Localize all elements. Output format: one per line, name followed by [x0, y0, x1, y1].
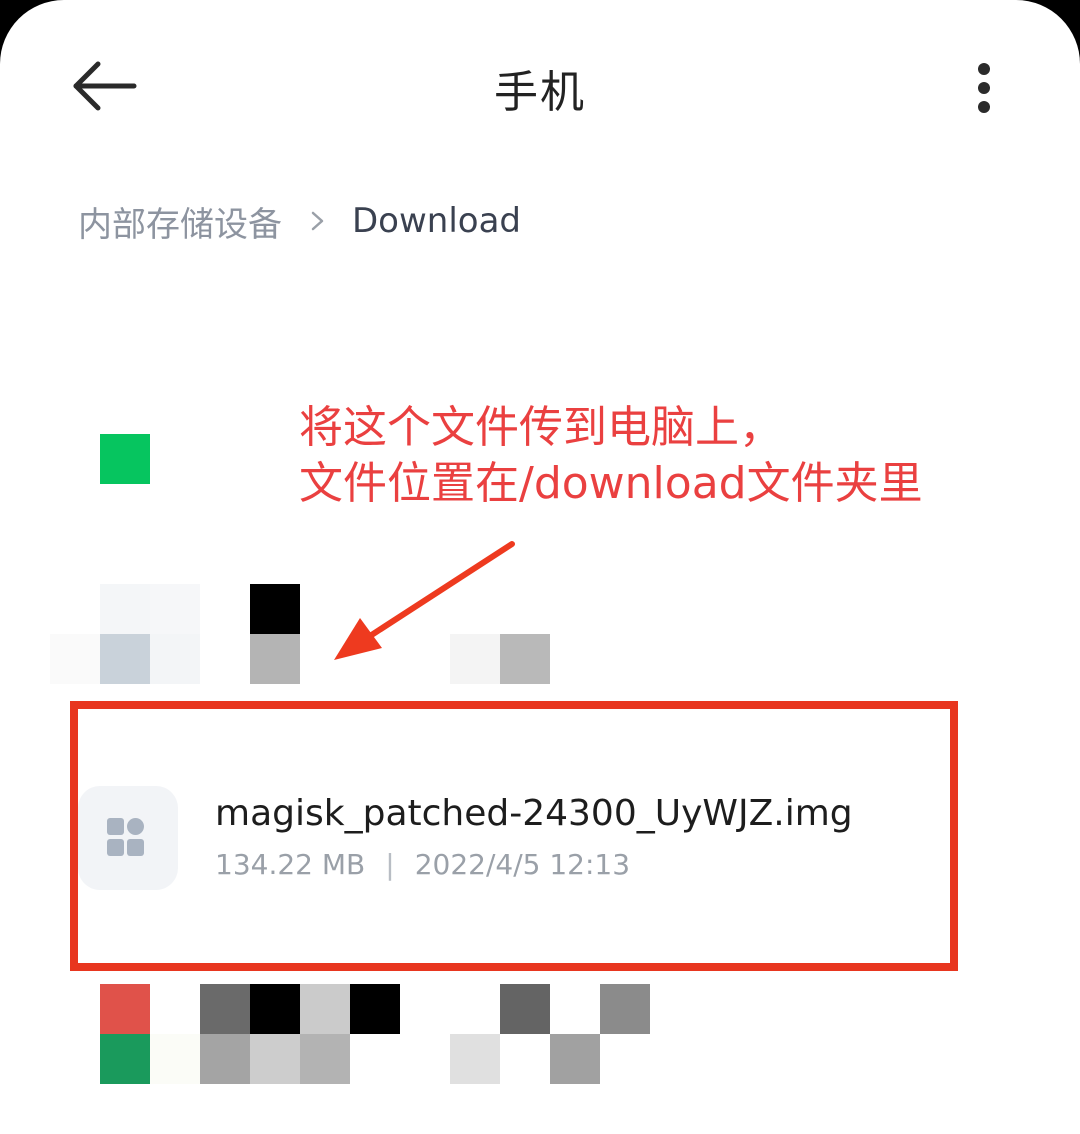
annotation-line-2: 文件位置在/download文件夹里	[299, 458, 923, 509]
file-meta: 134.22 MB | 2022/4/5 12:13	[215, 848, 630, 881]
more-options-button[interactable]	[958, 55, 1012, 121]
more-dots-icon	[978, 63, 990, 75]
file-name: magisk_patched-24300_UyWJZ.img	[215, 793, 853, 834]
annotation-arrow-icon	[334, 541, 515, 660]
grid-apps-icon	[107, 818, 144, 856]
chevron-right-icon	[311, 211, 324, 231]
file-manager-screen: 手机 内部存储设备 Download 将这个文件传到电脑上， 文件位置在/dow…	[0, 0, 1080, 1134]
annotation-text: 将这个文件传到电脑上， 文件位置在/download文件夹里	[299, 400, 923, 512]
page-title: 手机	[494, 67, 586, 118]
meta-separator: |	[385, 848, 395, 881]
file-date: 2022/4/5 12:13	[414, 848, 631, 881]
breadcrumb: 内部存储设备 Download	[78, 196, 521, 246]
file-size: 134.22 MB	[215, 848, 366, 881]
file-thumbnail	[78, 786, 178, 890]
breadcrumb-current: Download	[352, 201, 522, 241]
annotation-line-1: 将这个文件传到电脑上，	[299, 402, 783, 453]
censored-folder-icon	[100, 434, 150, 484]
breadcrumb-root[interactable]: 内部存储设备	[78, 197, 282, 246]
file-list-item[interactable]	[70, 702, 956, 968]
